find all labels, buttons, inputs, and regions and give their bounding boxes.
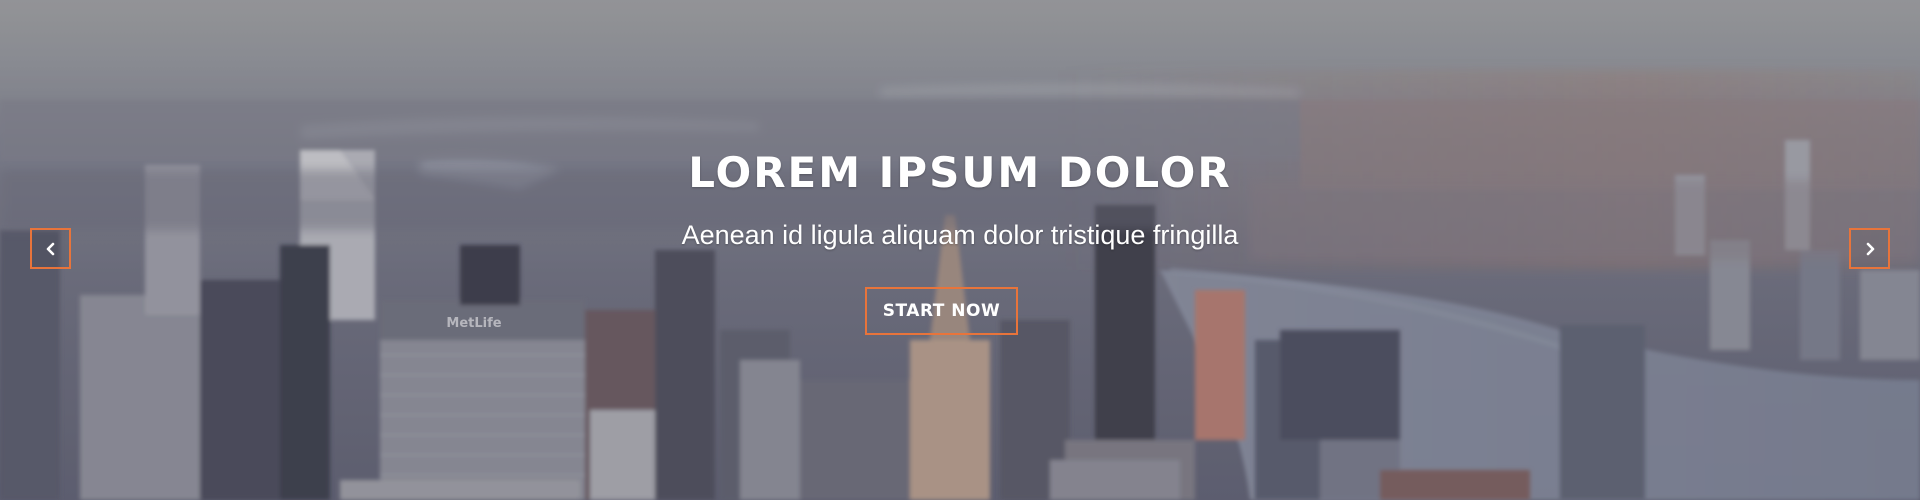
slider-next-button[interactable] (1849, 228, 1890, 269)
slider-prev-button[interactable] (30, 228, 71, 269)
chevron-right-icon (1866, 242, 1874, 255)
chevron-left-icon (46, 242, 54, 255)
hero-content: LOREM IPSUM DOLOR Aenean id ligula aliqu… (0, 0, 1920, 500)
hero-title: LOREM IPSUM DOLOR (688, 148, 1232, 197)
hero-subtitle: Aenean id ligula aliquam dolor tristique… (681, 220, 1239, 250)
start-now-button[interactable]: START NOW (865, 287, 1018, 335)
hero-slider: MetLife LOREM IPSUM DOLOR Aenean id ligu… (0, 0, 1920, 500)
